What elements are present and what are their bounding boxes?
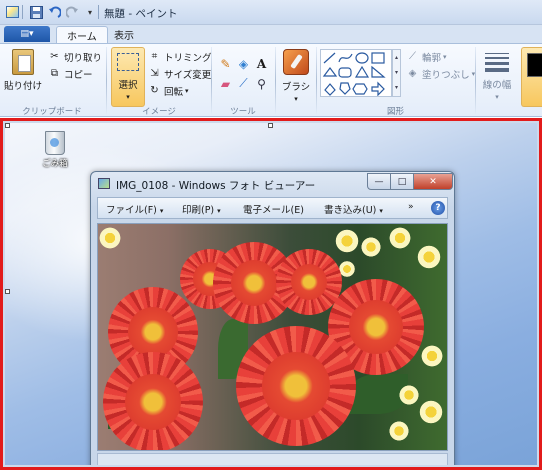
undo-icon bbox=[48, 6, 61, 18]
chevron-down-icon: ▾ bbox=[443, 52, 447, 61]
select-label: 選択 bbox=[118, 80, 138, 91]
divider bbox=[316, 47, 317, 115]
divider bbox=[475, 47, 476, 115]
color-1-swatch bbox=[527, 53, 542, 77]
tools-group: ✎ ◈ A ▰ ⟋ ⚲ ツール bbox=[212, 44, 274, 118]
fill-label: 塗りつぶし bbox=[422, 69, 470, 81]
chevron-down-icon: ▾ bbox=[126, 93, 130, 101]
save-button[interactable] bbox=[28, 4, 44, 20]
fill-icon: ◈ bbox=[408, 68, 417, 79]
clipboard-icon bbox=[12, 49, 34, 75]
tab-view[interactable]: 表示 bbox=[104, 26, 144, 43]
crop-label: トリミング bbox=[164, 52, 212, 64]
image-group-label: イメージ bbox=[142, 107, 176, 117]
crop-icon: ⌗ bbox=[151, 51, 158, 62]
select-icon bbox=[117, 53, 139, 71]
image-group: 選択 ▾ ⌗ トリミング ⇲ サイズ変更 ↻ 回転 ▾ イメージ bbox=[108, 44, 212, 118]
redo-button[interactable] bbox=[64, 4, 80, 20]
shapes-gallery-scroll[interactable]: ▴ ▾ ▾ bbox=[392, 49, 401, 97]
paint-app-icon[interactable] bbox=[4, 4, 20, 20]
save-icon bbox=[29, 5, 43, 19]
rotate-button[interactable]: ↻ 回転 ▾ bbox=[148, 83, 189, 98]
tools-group-label: ツール bbox=[230, 107, 256, 117]
brush-button[interactable]: ブラシ ▾ bbox=[278, 47, 314, 107]
rotate-label: 回転 bbox=[164, 86, 184, 98]
magnifier-icon[interactable]: ⚲ bbox=[254, 76, 269, 91]
canvas-area: ごみ箱 IMG_0108 - Windows フォト ビューアー — □ ✕ フ… bbox=[0, 118, 542, 470]
divider bbox=[275, 47, 276, 115]
stroke-width-label: 線の幅 bbox=[482, 80, 512, 91]
divider bbox=[106, 47, 107, 115]
clipboard-group-label: クリップボード bbox=[22, 107, 82, 117]
color-1-button[interactable] bbox=[521, 47, 542, 107]
resize-label: サイズ変更 bbox=[164, 69, 212, 81]
chevron-down-icon: ▾ bbox=[294, 95, 298, 103]
outline-icon: ⟋ bbox=[409, 51, 416, 62]
divider bbox=[98, 5, 99, 19]
cut-label: 切り取り bbox=[64, 52, 103, 64]
title-bar: ▾ 無題 - ペイント bbox=[0, 0, 542, 25]
resize-icon: ⇲ bbox=[150, 68, 159, 79]
copy-button[interactable]: ⧉ コピー bbox=[48, 66, 93, 81]
window-title: 無題 - ペイント bbox=[104, 8, 178, 20]
highlight-frame bbox=[0, 118, 542, 470]
paste-label: 貼り付け bbox=[4, 81, 43, 92]
color-picker-icon[interactable]: ⟋ bbox=[236, 76, 251, 91]
shapes-gallery-icons bbox=[322, 52, 386, 97]
customize-quick-access-button[interactable]: ▾ bbox=[82, 4, 98, 20]
stroke-width-icon bbox=[485, 53, 509, 72]
brush-icon bbox=[283, 49, 309, 75]
pencil-icon[interactable]: ✎ bbox=[218, 56, 233, 71]
outline-label: 輪郭 bbox=[422, 52, 442, 64]
outline-button[interactable]: ⟋ 輪郭 ▾ bbox=[406, 49, 447, 64]
copy-icon: ⧉ bbox=[50, 68, 59, 79]
paint-menu-button[interactable]: ▤▾ bbox=[4, 26, 50, 42]
ribbon: 貼り付け ✂ 切り取り ⧉ コピー クリップボード 選択 ▾ ⌗ トリミング ⇲… bbox=[0, 43, 542, 117]
rotate-icon: ↻ bbox=[150, 85, 159, 96]
select-button[interactable]: 選択 ▾ bbox=[111, 47, 145, 107]
fill-bucket-icon[interactable]: ◈ bbox=[236, 56, 251, 71]
text-tool-icon[interactable]: A bbox=[254, 56, 269, 71]
clipboard-group: 貼り付け ✂ 切り取り ⧉ コピー クリップボード bbox=[0, 44, 104, 118]
fill-button[interactable]: ◈ 塗りつぶし ▾ bbox=[406, 66, 475, 81]
tab-home[interactable]: ホーム bbox=[56, 26, 108, 43]
divider bbox=[22, 5, 23, 19]
cut-button[interactable]: ✂ 切り取り bbox=[48, 49, 102, 64]
chevron-down-icon: ▾ bbox=[185, 86, 189, 95]
crop-button[interactable]: ⌗ トリミング bbox=[148, 49, 212, 64]
scissors-icon: ✂ bbox=[50, 51, 59, 62]
copy-label: コピー bbox=[64, 69, 93, 81]
stroke-width-button[interactable]: 線の幅 ▾ bbox=[478, 47, 516, 107]
shapes-group-label: 図形 bbox=[386, 107, 404, 117]
brush-label: ブラシ bbox=[281, 82, 311, 93]
shapes-gallery[interactable] bbox=[320, 49, 392, 97]
shapes-group: ▴ ▾ ▾ ⟋ 輪郭 ▾ ◈ 塗りつぶし ▾ 図形 bbox=[318, 44, 475, 118]
redo-icon bbox=[65, 6, 78, 18]
eraser-icon[interactable]: ▰ bbox=[218, 76, 233, 91]
resize-button[interactable]: ⇲ サイズ変更 bbox=[148, 66, 211, 81]
undo-button[interactable] bbox=[46, 4, 62, 20]
paste-button[interactable]: 貼り付け bbox=[4, 47, 42, 99]
ribbon-tab-row: ▤▾ ホーム 表示 bbox=[0, 25, 542, 43]
chevron-down-icon: ▾ bbox=[495, 93, 499, 101]
